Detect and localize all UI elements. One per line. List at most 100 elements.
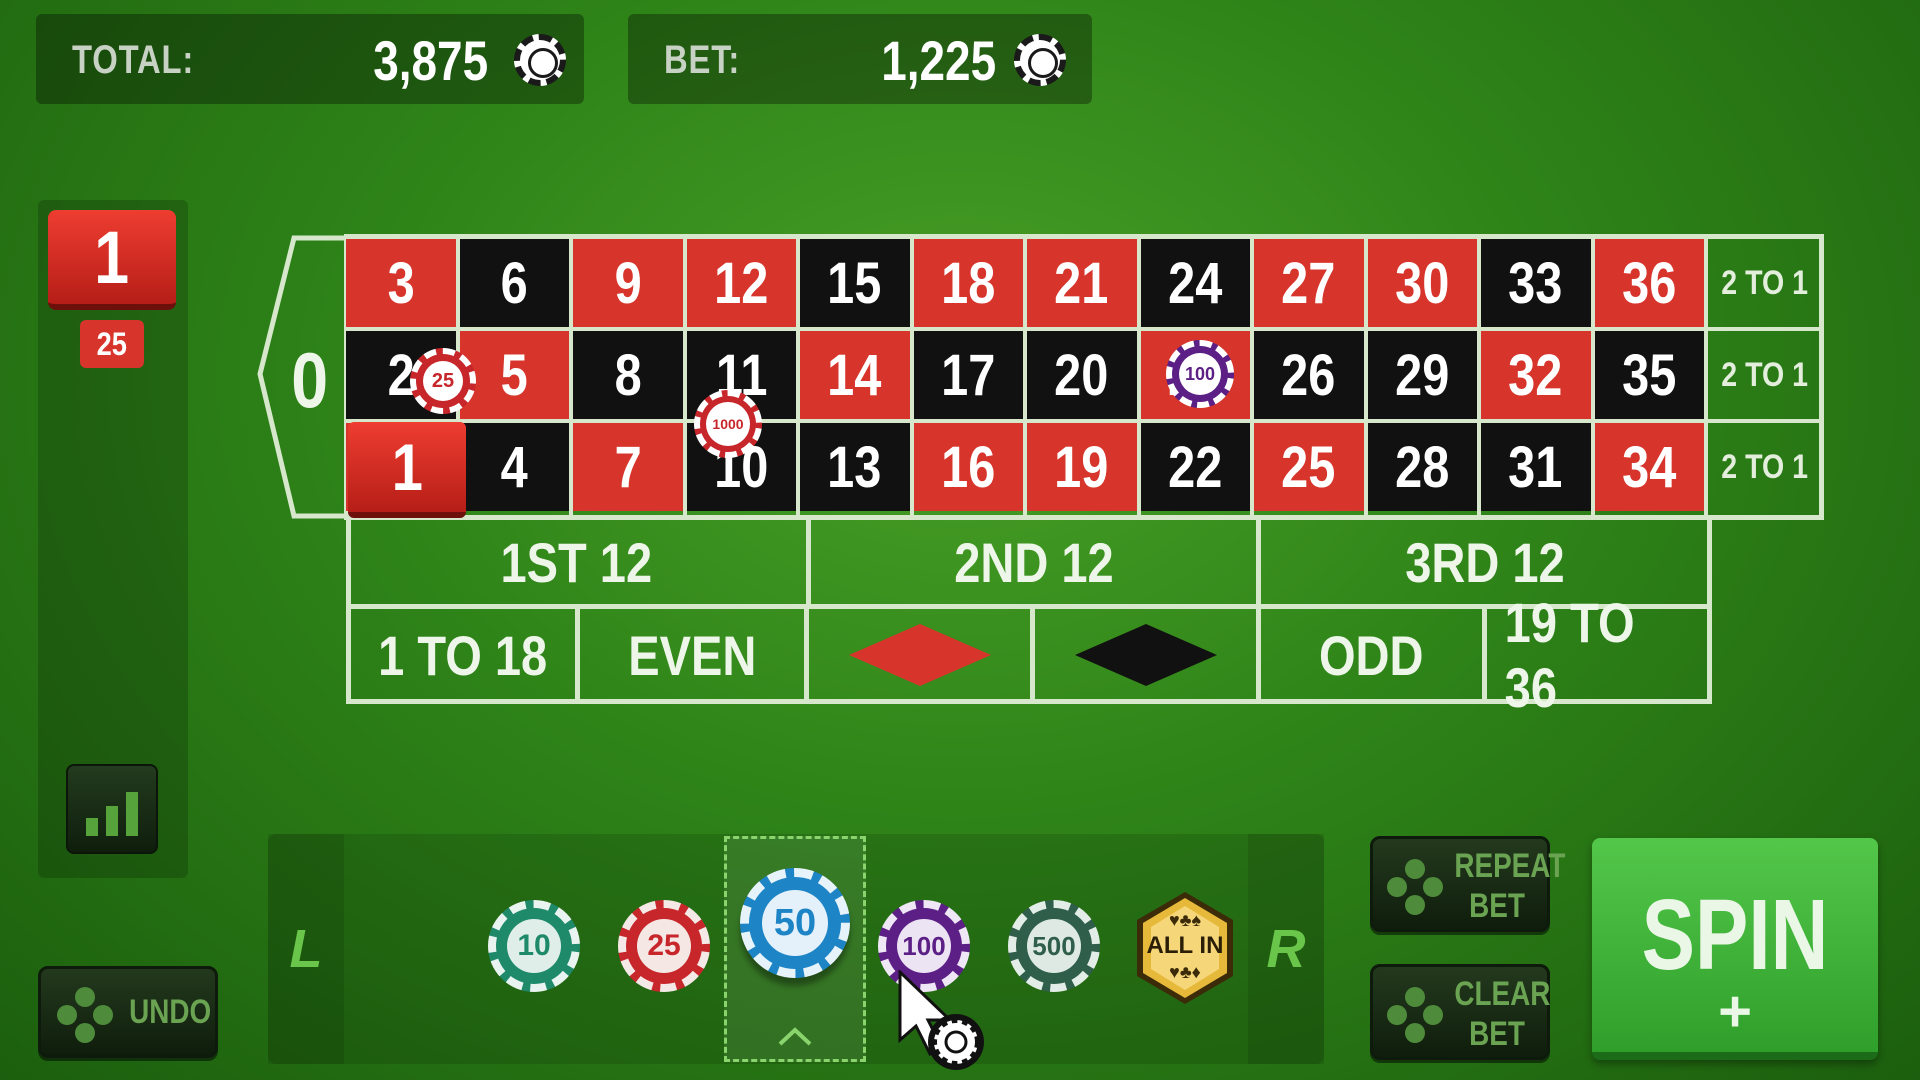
- number-cell-5[interactable]: 5: [459, 331, 569, 419]
- bet-odd-label: ODD: [1319, 623, 1424, 687]
- bet-1-to-18[interactable]: 1 TO 18: [350, 608, 575, 702]
- column-bet-3[interactable]: 2 TO 1: [1708, 423, 1822, 511]
- number-cell-33[interactable]: 33: [1481, 239, 1591, 327]
- dozen-2nd[interactable]: 2ND 12: [806, 518, 1256, 606]
- clear-bet-button[interactable]: CLEAR BET: [1370, 964, 1550, 1060]
- number-label: 19: [1054, 434, 1109, 500]
- chip-500[interactable]: 500: [1008, 900, 1100, 992]
- number-label: 14: [827, 342, 882, 408]
- placed-chip-100-value: 100: [1179, 353, 1221, 395]
- placed-chip-25[interactable]: 25: [410, 348, 476, 414]
- number-cell-29[interactable]: 29: [1367, 331, 1477, 419]
- number-cell-32[interactable]: 32: [1481, 331, 1591, 419]
- number-label: 20: [1054, 342, 1109, 408]
- number-cell-19[interactable]: 19: [1027, 423, 1137, 511]
- bet-panel: BET: 1,225: [628, 14, 1092, 104]
- number-cell-24[interactable]: 24: [1140, 239, 1250, 327]
- placed-chip-1000[interactable]: 1000: [694, 390, 762, 458]
- number-label: 35: [1622, 342, 1677, 408]
- winning-number-label: 1: [391, 430, 423, 504]
- chip-25[interactable]: 25: [618, 900, 710, 992]
- history-bet-value: 25: [96, 325, 128, 362]
- clear-bet-label-2: BET: [1469, 1015, 1525, 1053]
- number-cell-35[interactable]: 35: [1594, 331, 1704, 419]
- number-cell-7[interactable]: 7: [573, 423, 683, 511]
- number-label: 12: [714, 250, 769, 316]
- number-label: 36: [1622, 250, 1677, 316]
- chip-50[interactable]: 50: [740, 868, 850, 978]
- number-label: 6: [500, 250, 528, 316]
- number-cell-21[interactable]: 21: [1027, 239, 1137, 327]
- number-cell-28[interactable]: 28: [1367, 423, 1477, 511]
- number-cell-25[interactable]: 25: [1254, 423, 1364, 511]
- zero-cell[interactable]: 0: [280, 330, 340, 430]
- spin-button[interactable]: SPIN +: [1592, 838, 1878, 1060]
- stats-button[interactable]: [66, 764, 158, 854]
- chip-50-value: 50: [762, 890, 828, 956]
- placed-chip-100[interactable]: 100: [1166, 340, 1234, 408]
- bet-black[interactable]: [1030, 608, 1256, 702]
- chip-scroll-right[interactable]: R: [1248, 834, 1324, 1064]
- number-cell-3[interactable]: 3: [346, 239, 456, 327]
- clover-icon: [1387, 859, 1443, 915]
- bet-odd[interactable]: ODD: [1256, 608, 1482, 702]
- number-label: 27: [1281, 250, 1336, 316]
- number-cell-13[interactable]: 13: [800, 423, 910, 511]
- number-cell-6[interactable]: 6: [459, 239, 569, 327]
- winning-number-highlight: 1: [348, 422, 466, 518]
- number-cell-4[interactable]: 4: [459, 423, 569, 511]
- clover-icon: [57, 987, 113, 1043]
- grid-line: [346, 419, 1822, 423]
- number-label: 16: [941, 434, 996, 500]
- spin-plus: +: [1718, 979, 1752, 1044]
- bet-even[interactable]: EVEN: [575, 608, 804, 702]
- number-cell-22[interactable]: 22: [1140, 423, 1250, 511]
- number-grid: 3691215182124273033362 TO 12581114172023…: [346, 239, 1826, 519]
- card-suits-bottom: ♥♣♦: [1169, 962, 1201, 982]
- bet-19-to-36[interactable]: 19 TO 36: [1482, 591, 1708, 719]
- chip-scroll-left[interactable]: L: [268, 834, 344, 1064]
- bet-red[interactable]: [804, 608, 1030, 702]
- grid-line: [569, 239, 573, 515]
- number-cell-9[interactable]: 9: [573, 239, 683, 327]
- dozen-1st[interactable]: 1ST 12: [350, 518, 802, 606]
- bet-1-to-18-label: 1 TO 18: [377, 623, 548, 687]
- chip-all-in[interactable]: ♥♣♠ ALL IN ♥♣♦: [1134, 890, 1236, 1006]
- clover-icon: [1387, 987, 1443, 1043]
- grid-line: [909, 239, 914, 515]
- bet-value: 1,225: [881, 29, 996, 92]
- number-cell-12[interactable]: 12: [686, 239, 796, 327]
- number-cell-14[interactable]: 14: [800, 331, 910, 419]
- number-label: 31: [1508, 434, 1563, 500]
- number-cell-17[interactable]: 17: [913, 331, 1023, 419]
- number-cell-31[interactable]: 31: [1481, 423, 1591, 511]
- number-label: 18: [941, 250, 996, 316]
- number-cell-36[interactable]: 36: [1594, 239, 1704, 327]
- number-cell-18[interactable]: 18: [913, 239, 1023, 327]
- number-cell-20[interactable]: 20: [1027, 331, 1137, 419]
- number-cell-34[interactable]: 34: [1594, 423, 1704, 511]
- grid-line: [1590, 239, 1595, 515]
- number-cell-30[interactable]: 30: [1367, 239, 1477, 327]
- chip-10[interactable]: 10: [488, 900, 580, 992]
- spin-label: SPIN: [1641, 879, 1829, 991]
- stats-icon: [86, 792, 138, 836]
- number-label: 8: [614, 342, 642, 408]
- undo-button[interactable]: UNDO: [38, 966, 218, 1058]
- repeat-bet-button[interactable]: REPEAT BET: [1370, 836, 1565, 932]
- number-label: 15: [827, 250, 882, 316]
- number-cell-27[interactable]: 27: [1254, 239, 1364, 327]
- number-cell-8[interactable]: 8: [573, 331, 683, 419]
- column-bet-label: 2 TO 1: [1721, 355, 1809, 394]
- number-label: 7: [614, 434, 642, 500]
- grid-line: [1477, 239, 1481, 515]
- number-cell-15[interactable]: 15: [800, 239, 910, 327]
- number-label: 25: [1281, 434, 1336, 500]
- chip-10-value: 10: [507, 919, 561, 973]
- column-bet-2[interactable]: 2 TO 1: [1708, 331, 1822, 419]
- column-bet-1[interactable]: 2 TO 1: [1708, 239, 1822, 327]
- number-cell-16[interactable]: 16: [913, 423, 1023, 511]
- repeat-bet-label-2: BET: [1469, 887, 1525, 925]
- last-number-tile: 1: [48, 210, 176, 310]
- number-cell-26[interactable]: 26: [1254, 331, 1364, 419]
